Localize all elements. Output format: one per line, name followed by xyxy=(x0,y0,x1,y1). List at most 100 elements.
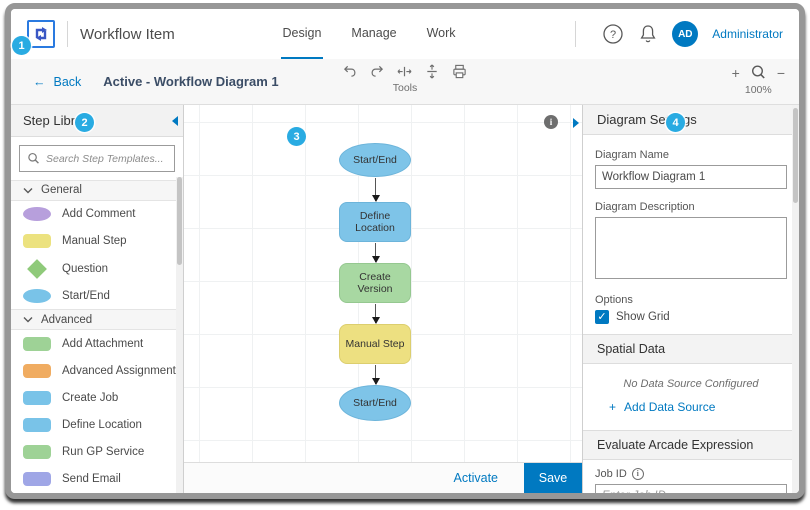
zoom-in-icon[interactable]: + xyxy=(732,65,740,81)
canvas-footer: Activate Save xyxy=(184,462,582,493)
magnifier-icon[interactable] xyxy=(750,64,767,81)
section-advanced[interactable]: Advanced xyxy=(11,309,183,330)
diagram-description-input[interactable] xyxy=(595,217,787,279)
add-data-source-button[interactable]: + Add Data Source xyxy=(609,400,787,414)
settings-scrollbar[interactable] xyxy=(792,105,799,493)
chevron-down-icon xyxy=(23,316,33,323)
step-template-advanced-assignment[interactable]: Advanced Assignment xyxy=(11,357,183,384)
search-icon xyxy=(27,152,40,165)
settings-scrollbar-thumb[interactable] xyxy=(793,108,798,203)
tab-manage[interactable]: Manage xyxy=(349,9,398,59)
redo-icon[interactable] xyxy=(370,64,385,79)
rect-swatch xyxy=(23,445,51,459)
diagram-name-label: Diagram Name xyxy=(595,149,787,161)
avatar[interactable]: AD xyxy=(672,21,698,47)
tab-design[interactable]: Design xyxy=(281,9,324,59)
help-icon[interactable]: ? xyxy=(602,23,624,45)
sidebar-scrollbar[interactable] xyxy=(176,177,183,493)
page-title: Workflow Item xyxy=(80,26,175,43)
node-create-version[interactable]: Create Version xyxy=(339,263,411,303)
job-id-input[interactable] xyxy=(595,484,787,493)
rect-swatch xyxy=(23,337,51,351)
step-template-add-attachment[interactable]: Add Attachment xyxy=(11,330,183,357)
rect-swatch xyxy=(23,234,51,248)
search-input[interactable] xyxy=(46,153,167,165)
step-template-add-comment[interactable]: Add Comment xyxy=(11,201,183,228)
step-template-start-end[interactable]: Start/End xyxy=(11,282,183,309)
activate-button[interactable]: Activate xyxy=(454,471,498,485)
header-actions: ? AD Administrator xyxy=(563,21,783,47)
zoom-out-icon[interactable]: − xyxy=(777,65,785,81)
node-define-location[interactable]: Define Location xyxy=(339,202,411,242)
diagram-description-label: Diagram Description xyxy=(595,201,787,213)
show-grid-option[interactable]: ✓ Show Grid xyxy=(595,310,787,324)
panel-collapse-icon[interactable] xyxy=(573,118,579,128)
step-template-question[interactable]: Question xyxy=(11,255,183,282)
diagram-toolbar: ← Back Active - Workflow Diagram 1 xyxy=(11,59,799,105)
section-general[interactable]: General xyxy=(11,180,183,201)
callout-badge-3: 3 xyxy=(287,127,306,146)
distribute-vertical-icon[interactable] xyxy=(425,64,440,79)
main-area: Step Library General Add Comme xyxy=(11,105,799,493)
connector-arrow[interactable] xyxy=(375,178,376,201)
main-tabs: Design Manage Work xyxy=(281,9,458,59)
app-window: Workflow Item Design Manage Work ? AD A xyxy=(5,3,805,499)
node-manual-step[interactable]: Manual Step xyxy=(339,324,411,364)
user-name[interactable]: Administrator xyxy=(712,27,783,41)
zoom-level: 100% xyxy=(732,84,785,96)
step-template-run-gp-service[interactable]: Run GP Service xyxy=(11,439,183,466)
save-button[interactable]: Save xyxy=(524,463,582,494)
diagram-name-input[interactable] xyxy=(595,165,787,189)
node-start-end-bottom[interactable]: Start/End xyxy=(339,385,411,421)
print-icon[interactable] xyxy=(452,64,468,79)
zoom-controls: + − 100% xyxy=(732,64,785,96)
back-button[interactable]: ← Back xyxy=(33,75,81,89)
back-arrow-icon: ← xyxy=(33,75,46,89)
step-library-header: Step Library xyxy=(11,105,183,137)
svg-text:?: ? xyxy=(610,29,616,41)
spatial-data-section-header: Spatial Data xyxy=(583,334,799,364)
diamond-swatch xyxy=(27,259,47,279)
distribute-horizontal-icon[interactable] xyxy=(397,64,413,79)
callout-badge-2: 2 xyxy=(75,113,94,132)
step-template-define-location[interactable]: Define Location xyxy=(11,412,183,439)
workflow-loop-icon xyxy=(31,24,51,44)
node-start-end-top[interactable]: Start/End xyxy=(339,143,411,177)
checkbox-checked-icon[interactable]: ✓ xyxy=(595,310,609,324)
ellipse-swatch xyxy=(23,207,51,221)
step-template-send-email[interactable]: Send Email xyxy=(11,466,183,493)
back-label: Back xyxy=(54,75,82,89)
collapse-left-icon[interactable] xyxy=(172,116,178,126)
job-id-label: Job ID i xyxy=(595,468,787,480)
diagram-canvas[interactable]: i Start/End Define Location Create Versi… xyxy=(184,105,582,493)
connector-arrow[interactable] xyxy=(375,243,376,262)
info-icon[interactable]: i xyxy=(544,115,558,129)
callout-badge-4: 4 xyxy=(666,113,685,132)
rect-swatch xyxy=(23,391,51,405)
arcade-section-header: Evaluate Arcade Expression xyxy=(583,430,799,460)
tools-group: Tools xyxy=(343,64,468,94)
callout-badge-1: 1 xyxy=(12,36,31,55)
job-id-info-icon[interactable]: i xyxy=(632,468,644,480)
diagram-settings-body: Diagram Name Diagram Description Options… xyxy=(583,135,799,493)
ellipse-swatch xyxy=(23,289,51,303)
app-header: Workflow Item Design Manage Work ? AD A xyxy=(11,9,799,59)
search-box xyxy=(19,145,175,172)
show-grid-label: Show Grid xyxy=(616,311,670,323)
search-wrap xyxy=(11,137,183,180)
diagram-settings-panel: Diagram Settings Diagram Name Diagram De… xyxy=(582,105,799,493)
bell-icon[interactable] xyxy=(638,23,658,45)
chevron-down-icon xyxy=(23,187,33,194)
connector-arrow[interactable] xyxy=(375,365,376,384)
rect-swatch xyxy=(23,472,51,486)
tab-work[interactable]: Work xyxy=(425,9,458,59)
step-template-manual-step[interactable]: Manual Step xyxy=(11,228,183,255)
plus-icon: + xyxy=(609,400,616,414)
undo-icon[interactable] xyxy=(343,64,358,79)
actions-divider xyxy=(575,21,576,47)
sidebar-scrollbar-thumb[interactable] xyxy=(177,177,182,265)
workflow-manager-logo[interactable] xyxy=(27,20,55,48)
step-template-create-job[interactable]: Create Job xyxy=(11,384,183,411)
connector-arrow[interactable] xyxy=(375,304,376,323)
step-library-panel: Step Library General Add Comme xyxy=(11,105,184,493)
